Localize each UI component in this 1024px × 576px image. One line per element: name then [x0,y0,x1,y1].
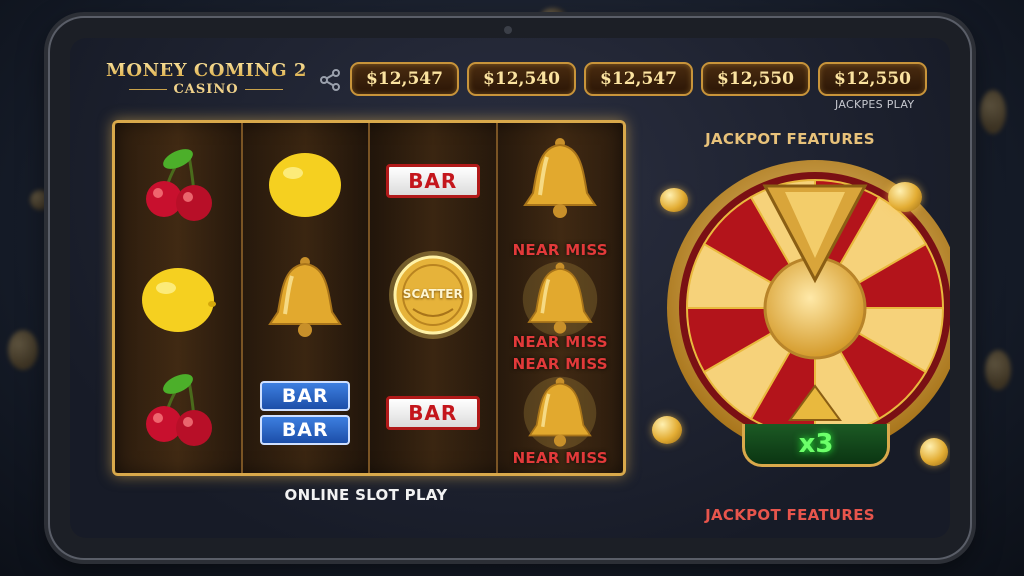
bell-symbol [498,375,624,451]
jackpot-value[interactable]: $12,540 [467,62,576,96]
double-bar-symbol: BAR BAR [243,378,369,448]
jackpot-value[interactable]: $12,550 [818,62,927,96]
scatter-symbol: SCATTER [370,245,496,345]
near-miss-label: NEAR MISS [512,333,608,351]
jackpot-value[interactable]: $12,547 [584,62,693,96]
reel-2: BAR BAR [242,123,370,473]
multiplier-display: x3 [742,424,890,467]
cherry-symbol [115,143,241,223]
lemon-symbol [243,141,369,225]
reel-1 [115,123,243,473]
slot-reels[interactable]: BAR BAR BAR SCATTER BAR NEAR MISS NEAR M… [112,120,626,476]
jackpots-caption: JACKPES PLAY [835,98,915,111]
camera-dot [504,26,512,34]
jackpot-value[interactable]: $12,547 [350,62,459,96]
wheel-title: JACKPOT FEATURES [705,130,875,148]
gold-coin [652,416,682,444]
logo-subtitle: CASINO [173,82,239,97]
bar-symbol: BAR [370,393,496,433]
logo-title: MONEY COMING 2 [106,60,307,81]
scatter-label: SCATTER [402,287,463,301]
bell-symbol [243,253,369,343]
tablet-device: MONEY COMING 2 CASINO $12,547 $12,540 $1… [50,18,970,558]
reel-3: BAR SCATTER BAR [370,123,498,473]
gold-coin [888,182,922,212]
bar-symbol-blue: BAR [260,381,351,411]
wheel-caption: JACKPOT FEATURES [705,506,875,524]
gold-coin [660,188,688,212]
near-miss-label: NEAR MISS [512,449,608,467]
share-icon[interactable] [318,68,342,92]
bell-symbol [498,259,624,339]
bar-symbol-blue: BAR [260,415,351,445]
bar-symbol-label: BAR [385,396,480,430]
game-logo: MONEY COMING 2 CASINO [106,60,306,97]
reel-4: NEAR MISS NEAR MISS NEAR MISS NEAR MISS [497,123,624,473]
cherry-symbol [115,368,241,448]
jackpot-values: $12,547 $12,540 $12,547 $12,550 $12,550 [350,62,927,96]
jackpot-value[interactable]: $12,550 [701,62,810,96]
bar-symbol-label: BAR [385,164,480,198]
slot-caption: ONLINE SLOT PLAY [284,486,448,504]
near-miss-label: NEAR MISS [512,241,608,259]
lemon-symbol [115,255,241,345]
near-miss-label: NEAR MISS [512,355,608,373]
bar-symbol: BAR [370,161,496,201]
bell-symbol [498,133,624,225]
game-screen: MONEY COMING 2 CASINO $12,547 $12,540 $1… [70,38,950,538]
gold-coin [920,438,948,466]
